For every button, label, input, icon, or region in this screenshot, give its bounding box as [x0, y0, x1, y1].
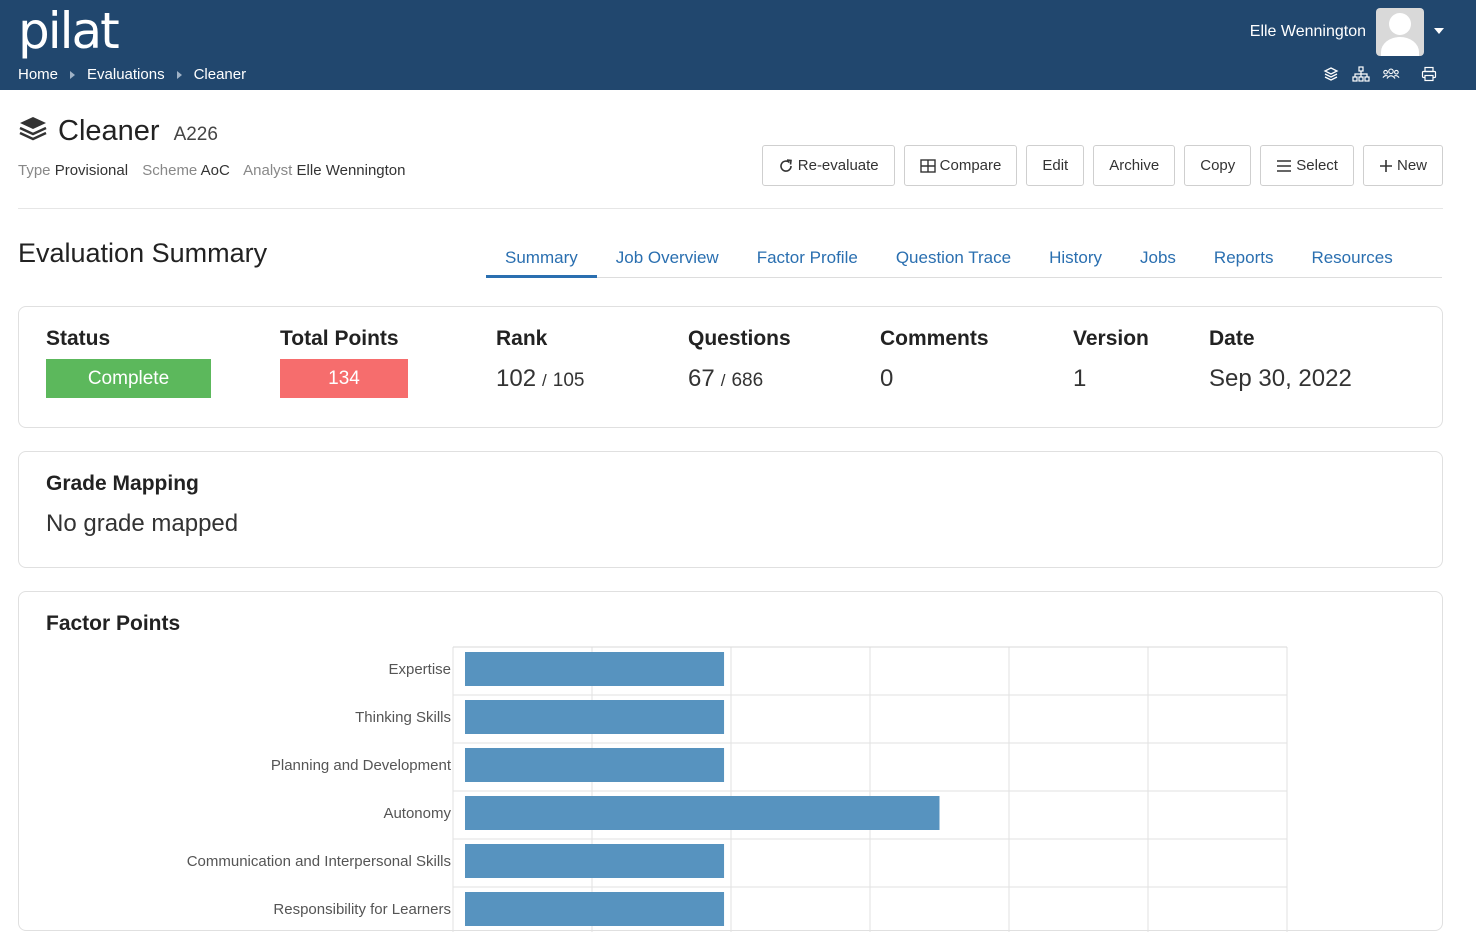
select-button[interactable]: Select: [1260, 145, 1354, 186]
breadcrumb-evaluations[interactable]: Evaluations: [87, 66, 165, 83]
stat-comments: Comments 0: [880, 327, 989, 393]
top-bar: pilat Home Evaluations Cleaner Elle Wenn…: [0, 0, 1476, 90]
comments-label: Comments: [880, 327, 989, 350]
status-badge: Complete: [46, 359, 211, 398]
reevaluate-label: Re-evaluate: [797, 157, 879, 174]
date-value: Sep 30, 2022: [1209, 365, 1352, 392]
chart-bar: [465, 892, 725, 926]
chart-category-label: Autonomy: [383, 805, 451, 822]
stat-version: Version 1: [1073, 327, 1149, 393]
breadcrumb-separator-icon: [176, 70, 182, 79]
edit-button[interactable]: Edit: [1026, 145, 1085, 186]
breadcrumb-current: Cleaner: [193, 66, 247, 83]
reevaluate-button[interactable]: Re-evaluate: [761, 145, 895, 186]
chart-category-label: Planning and Development: [271, 757, 452, 774]
rank-label: Rank: [496, 327, 548, 350]
action-toolbar: Re-evaluate Compare Edit Archive Copy Se…: [761, 145, 1443, 186]
factor-points-chart: Expertise Thinking Skills Planning and Dev…: [187, 646, 1288, 932]
scheme-value: AoC: [200, 162, 230, 179]
chevron-down-icon[interactable]: [1434, 28, 1444, 34]
plus-icon: [1379, 159, 1393, 173]
chart-bar: [465, 844, 725, 878]
archive-button[interactable]: Archive: [1093, 145, 1176, 186]
sitemap-icon[interactable]: [1352, 66, 1370, 82]
tab-question-trace[interactable]: Question Trace: [877, 240, 1030, 278]
chart-bar: [465, 652, 725, 686]
refresh-icon: [778, 158, 794, 174]
grade-mapping-value: No grade mapped: [46, 510, 239, 537]
tab-job-overview[interactable]: Job Overview: [597, 240, 738, 278]
questions-total: 686: [731, 370, 764, 391]
select-label: Select: [1296, 157, 1338, 174]
date-label: Date: [1209, 327, 1255, 350]
rank-value: 102: [496, 365, 537, 392]
stat-rank: Rank 102/105: [496, 327, 585, 392]
type-label: Type: [18, 162, 51, 179]
version-value: 1: [1073, 365, 1087, 392]
copy-button[interactable]: Copy: [1184, 145, 1252, 186]
stat-date: Date Sep 30, 2022: [1209, 327, 1352, 393]
stat-status: Status Complete: [46, 327, 211, 398]
compare-button[interactable]: Compare: [903, 145, 1018, 186]
print-icon[interactable]: [1420, 66, 1438, 82]
scheme-label: Scheme: [142, 162, 198, 179]
chart-category-label: Expertise: [388, 661, 451, 678]
layers-icon: [19, 117, 47, 141]
total-points-label: Total Points: [280, 327, 399, 350]
stats-card: Status Complete Total Points 134 Rank 10…: [18, 306, 1443, 428]
menu-icon: [1276, 159, 1292, 173]
analyst-value: Elle Wennington: [296, 162, 406, 179]
tab-summary[interactable]: Summary: [486, 240, 597, 278]
breadcrumb: Home Evaluations Cleaner: [18, 66, 246, 83]
stat-questions: Questions 67/686: [688, 327, 791, 392]
grade-mapping-card: Grade Mapping No grade mapped: [18, 451, 1443, 568]
rank-total: 105: [552, 370, 585, 391]
tab-resources[interactable]: Resources: [1292, 240, 1411, 278]
version-label: Version: [1073, 327, 1149, 350]
tab-jobs[interactable]: Jobs: [1121, 240, 1195, 278]
comments-value: 0: [880, 365, 894, 392]
section-title: Evaluation Summary: [18, 238, 268, 268]
chart-bar: [465, 748, 725, 782]
tab-factor-profile[interactable]: Factor Profile: [738, 240, 877, 278]
breadcrumb-separator-icon: [70, 70, 76, 79]
status-label: Status: [46, 327, 111, 350]
chart-bar: [465, 700, 725, 734]
new-button[interactable]: New: [1362, 145, 1443, 186]
header-divider: [18, 208, 1443, 209]
chart-category-label: Thinking Skills: [355, 709, 451, 726]
tab-history[interactable]: History: [1030, 240, 1121, 278]
analyst-label: Analyst: [243, 162, 293, 179]
new-label: New: [1396, 157, 1427, 174]
breadcrumb-home[interactable]: Home: [18, 66, 58, 83]
questions-value: 67: [688, 365, 715, 392]
compare-label: Compare: [939, 157, 1002, 174]
factor-points-card: Factor Points Expertise Thinking Skills Pl…: [18, 591, 1443, 932]
job-code: A226: [173, 124, 218, 145]
top-icon-bar: [1322, 66, 1438, 82]
tab-bar: Summary Job Overview Factor Profile Ques…: [486, 240, 1442, 278]
layers-icon[interactable]: [1322, 66, 1340, 82]
chart-category-label: Responsibility for Learners: [273, 901, 451, 918]
chart-category-label: Communication and Interpersonal Skills: [187, 853, 451, 870]
questions-label: Questions: [688, 327, 791, 350]
user-name[interactable]: Elle Wennington: [1250, 23, 1366, 41]
grade-mapping-title: Grade Mapping: [46, 472, 199, 495]
type-value: Provisional: [54, 162, 129, 179]
user-menu[interactable]: Elle Wennington: [1250, 8, 1424, 56]
chart-bar: [465, 796, 940, 830]
page-header: Cleaner A226 Type Provisional Scheme AoC…: [18, 110, 1443, 186]
page-title: Cleaner: [58, 115, 160, 147]
pilat-logo[interactable]: pilat: [18, 2, 120, 60]
table-icon: [919, 158, 936, 173]
total-points-badge: 134: [280, 359, 408, 398]
tab-reports[interactable]: Reports: [1195, 240, 1293, 278]
users-icon[interactable]: [1382, 66, 1400, 82]
avatar[interactable]: [1376, 8, 1424, 56]
stat-total-points: Total Points 134: [280, 327, 408, 398]
